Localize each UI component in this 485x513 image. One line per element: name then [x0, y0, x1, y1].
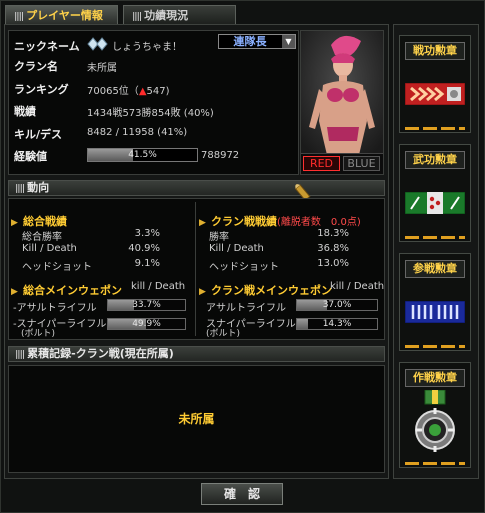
clan-title: ▶ クラン戦戦績(離脱者数 0.0点): [199, 210, 361, 229]
confirm-button[interactable]: 確 認: [201, 483, 283, 505]
clan-history-value: 未所属: [178, 412, 215, 426]
kd-value: 8482 / 11958 (41%): [87, 127, 188, 138]
clan-ar-label: アサルトライフル: [206, 303, 286, 314]
team-toggle: RED BLUE: [301, 153, 383, 174]
overall-weapon-title-label: 総合メインウェポン: [23, 284, 123, 297]
exp-bar: 41.5%: [87, 148, 198, 162]
clan-value: 未所属: [87, 63, 117, 74]
medal-progress-4: [405, 462, 465, 465]
overall-winrate-label: 総合勝率: [22, 232, 62, 243]
overall-ar-label: -アサルトライフル: [13, 303, 97, 314]
clan-weapon-title: ▶ クラン戦メインウェポン: [199, 279, 332, 298]
clan-sr-label2: (ボルト): [206, 329, 241, 339]
clan-weapon-kd: kill / Death: [330, 281, 385, 292]
trend-header: |||| 動向: [8, 180, 385, 196]
medal-title-1: 戦功勲章: [405, 42, 465, 60]
character-portrait: RED BLUE: [300, 30, 384, 175]
operation-medal-icon: [415, 390, 455, 452]
clan-winrate-value: 18.3%: [317, 228, 349, 239]
tab-player-info-label: プレイヤー情報: [26, 9, 103, 22]
medal-title-2: 武功勲章: [405, 151, 465, 169]
clan-headshot-label: ヘッドショット: [209, 262, 279, 273]
nickname-value: しょうちゃま！: [112, 42, 182, 53]
clan-headshot-value: 13.0%: [317, 258, 349, 269]
clan-sr-value: 14.3%: [322, 319, 352, 329]
overall-sr-label2: (ボルト): [21, 329, 56, 339]
trend-header-label: 動向: [27, 181, 50, 194]
overall-weapon-title: ▶ 総合メインウェポン: [11, 279, 122, 298]
tab-achievements-label: 功績現況: [144, 9, 189, 22]
exp-label: 経験値: [14, 150, 47, 163]
medal-progress-1: [405, 127, 465, 130]
team-red-button[interactable]: RED: [303, 156, 340, 171]
medal-card-2[interactable]: 武功勲章: [399, 144, 471, 242]
clan-leaver-note: (離脱者数 0.0点): [277, 217, 361, 228]
clan-ar-value: 37.0%: [322, 300, 352, 310]
ranking-label: ランキング: [14, 83, 69, 96]
merit-ribbon-icon: [405, 192, 465, 214]
rank-up-icon: ▲: [138, 86, 147, 97]
overall-kd-label: Kill / Death: [22, 243, 77, 254]
clan-kd-value: 36.8%: [317, 243, 349, 254]
clan-winrate-label: 勝率: [209, 232, 229, 243]
rank-select-value: 連隊長: [233, 35, 267, 48]
medal-progress-2: [405, 236, 465, 239]
clan-kd-label: Kill / Death: [209, 243, 264, 254]
overall-title-label: 総合戦績: [23, 215, 68, 228]
tab-achievements[interactable]: |||| 功績現況: [123, 5, 236, 24]
record-label: 戦績: [14, 105, 36, 118]
chevron-down-icon[interactable]: ▼: [282, 35, 295, 48]
tab-bars-icon: ||||: [14, 12, 24, 22]
ranking-position: 70065位（: [87, 86, 139, 97]
diamond-rank-icon: [87, 37, 108, 51]
tab-player-info[interactable]: |||| プレイヤー情報: [5, 5, 118, 24]
rank-select[interactable]: 連隊長 ▼: [218, 34, 296, 49]
exp-total: 788972: [201, 150, 240, 161]
overall-headshot-label: ヘッドショット: [22, 262, 92, 273]
clan-title-label: クラン戦戦績: [211, 215, 278, 228]
medal-card-4[interactable]: 作戦勲章: [399, 362, 471, 468]
clan-history-header: |||| 累積記録-クラン戦(現在所属): [8, 346, 385, 362]
triangle-icon: ▶: [11, 218, 18, 228]
clan-history-header-label: 累積記録-クラン戦(現在所属): [27, 347, 174, 360]
medal-card-3[interactable]: 参戦勲章: [399, 253, 471, 351]
triangle-icon: ▶: [199, 218, 206, 228]
overall-ar-bar: 33.7%: [107, 299, 186, 311]
stats-divider: [195, 202, 196, 336]
overall-title: ▶ 総合戦績: [11, 210, 67, 229]
overall-headshot-value: 9.1%: [134, 258, 160, 269]
overall-sr-value: 49.9%: [132, 319, 161, 329]
clan-ar-bar: 37.0%: [296, 299, 378, 311]
clan-label: クラン名: [14, 60, 58, 73]
medal-card-1[interactable]: 戦功勲章: [399, 35, 471, 133]
team-blue-button[interactable]: BLUE: [343, 156, 380, 171]
triangle-icon: ▶: [199, 287, 206, 297]
overall-sr-bar: 49.9%: [107, 318, 186, 330]
service-ribbon-icon: [405, 83, 465, 105]
clan-sr-bar: 14.3%: [296, 318, 378, 330]
record-value: 1434戦573勝854敗 (40%): [87, 108, 214, 119]
clan-weapon-title-label: クラン戦メインウェポン: [211, 284, 333, 297]
tab-bars-icon: ||||: [132, 12, 142, 22]
header-bars-icon: ||||: [15, 184, 25, 194]
overall-ar-value: 33.7%: [132, 300, 161, 310]
exp-percent: 41.5%: [128, 150, 157, 160]
medal-title-3: 参戦勲章: [405, 260, 465, 278]
overall-winrate-value: 3.3%: [134, 228, 160, 239]
participation-ribbon-icon: [405, 301, 465, 323]
triangle-icon: ▶: [11, 287, 18, 297]
medal-title-4: 作戦勲章: [405, 369, 465, 387]
character-figure: [301, 31, 383, 155]
overall-weapon-kd: kill / Death: [131, 281, 186, 292]
ranking-change: 547: [146, 86, 166, 97]
kd-label: キル/デス: [14, 128, 63, 141]
header-bars-icon: ||||: [15, 350, 25, 360]
nickname-label: ニックネーム: [14, 40, 80, 53]
medal-progress-3: [405, 345, 465, 348]
overall-kd-value: 40.9%: [128, 243, 160, 254]
ranking-value: 70065位（▲547): [87, 86, 170, 97]
